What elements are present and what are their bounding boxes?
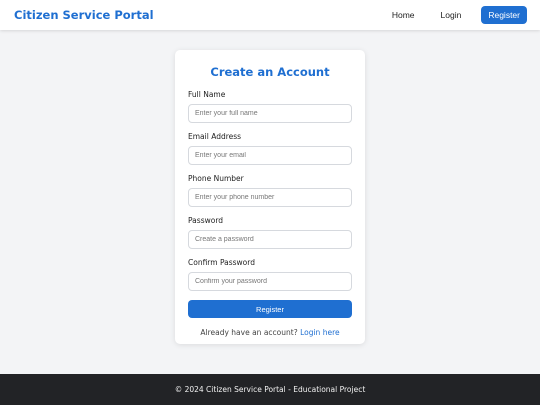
phone-label: Phone Number	[188, 174, 244, 183]
login-prompt-text: Already have an account?	[200, 328, 298, 337]
login-here-link[interactable]: Login here	[300, 328, 340, 337]
password-field-group: Password	[188, 216, 352, 249]
footer-copyright: © 2024 Citizen Service Portal - Educatio…	[174, 385, 366, 394]
phone-field-group: Phone Number	[188, 174, 352, 207]
form-title: Create an Account	[210, 65, 330, 79]
top-navbar: Citizen Service Portal Home Login Regist…	[0, 0, 540, 30]
brand-logo-text[interactable]: Citizen Service Portal	[14, 8, 154, 22]
password-input[interactable]	[188, 230, 352, 249]
phone-input[interactable]	[188, 188, 352, 207]
confirm-password-field-group: Confirm Password	[188, 258, 352, 291]
nav-home-link[interactable]: Home	[384, 6, 423, 24]
confirm-password-input[interactable]	[188, 272, 352, 291]
page-footer: © 2024 Citizen Service Portal - Educatio…	[0, 374, 540, 405]
email-label: Email Address	[188, 132, 242, 141]
full-name-label: Full Name	[188, 90, 226, 99]
full-name-field-group: Full Name	[188, 90, 352, 123]
registration-card: Create an Account Full Name Email Addres…	[175, 50, 365, 344]
full-name-input[interactable]	[188, 104, 352, 123]
confirm-password-label: Confirm Password	[188, 258, 255, 267]
nav-register-button[interactable]: Register	[481, 6, 527, 24]
email-input[interactable]	[188, 146, 352, 165]
password-label: Password	[188, 216, 224, 225]
register-submit-button[interactable]: Register	[188, 300, 352, 318]
nav-links: Home Login Register	[374, 6, 527, 24]
email-field-group: Email Address	[188, 132, 352, 165]
registration-form: Full Name Email Address Phone Number Pas…	[188, 90, 352, 337]
nav-login-link[interactable]: Login	[433, 6, 470, 24]
login-prompt: Already have an account? Login here	[188, 328, 352, 337]
